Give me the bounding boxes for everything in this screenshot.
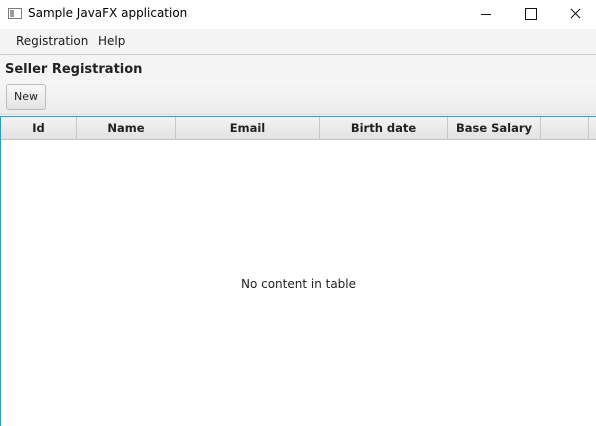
maximize-icon[interactable] bbox=[507, 0, 553, 29]
minimize-icon[interactable] bbox=[463, 0, 509, 29]
close-icon[interactable] bbox=[552, 0, 596, 29]
toolbar: New bbox=[0, 80, 596, 115]
column-header-email[interactable]: Email bbox=[176, 117, 320, 139]
window-title: Sample JavaFX application bbox=[28, 6, 188, 20]
menu-registration[interactable]: Registration bbox=[9, 29, 95, 54]
new-button[interactable]: New bbox=[6, 84, 46, 110]
page-title: Seller Registration bbox=[5, 62, 143, 77]
table-header: Id Name Email Birth date Base Salary bbox=[1, 117, 596, 140]
column-header-id[interactable]: Id bbox=[1, 117, 77, 139]
column-header-birth-date[interactable]: Birth date bbox=[320, 117, 448, 139]
column-header-base-salary[interactable]: Base Salary bbox=[448, 117, 541, 139]
menu-help[interactable]: Help bbox=[91, 29, 132, 54]
window-titlebar: Sample JavaFX application bbox=[0, 0, 596, 29]
column-header-name[interactable]: Name bbox=[77, 117, 176, 139]
column-header-blank[interactable] bbox=[541, 117, 589, 139]
menu-bar: Registration Help bbox=[0, 29, 596, 55]
column-header-filler bbox=[589, 117, 596, 139]
table-empty-placeholder: No content in table bbox=[240, 277, 357, 291]
app-window-icon bbox=[8, 8, 22, 19]
seller-table[interactable]: Id Name Email Birth date Base Salary No … bbox=[0, 116, 596, 426]
